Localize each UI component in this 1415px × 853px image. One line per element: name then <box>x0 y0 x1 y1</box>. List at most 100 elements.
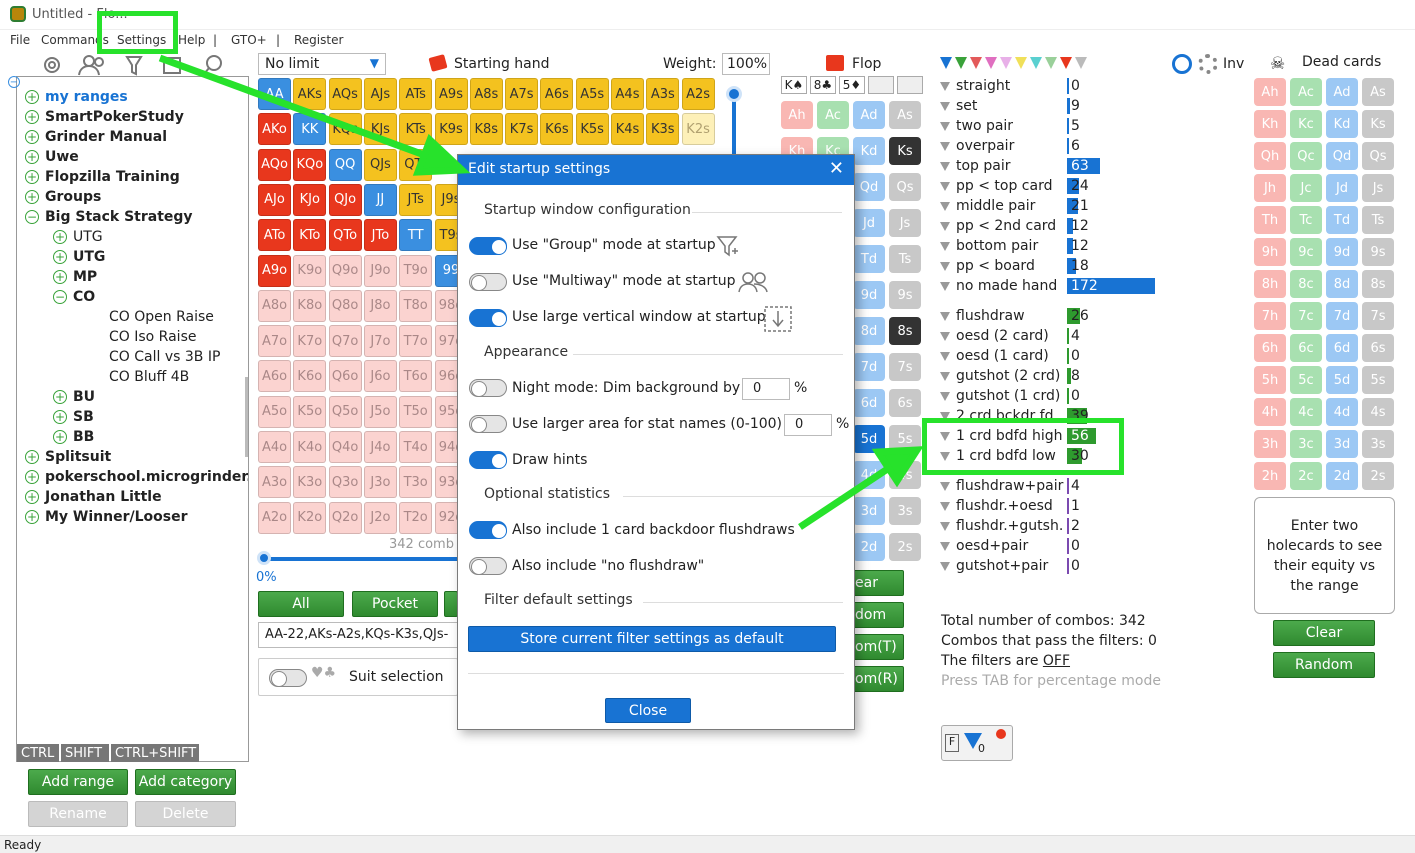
hand-cell[interactable]: KK <box>293 113 327 146</box>
filter-funnel-icon[interactable] <box>970 57 982 69</box>
hand-cell[interactable]: T6o <box>399 360 433 393</box>
stat-row[interactable]: flushdraw+pair <box>940 476 1063 496</box>
filter-funnel-icon[interactable] <box>1015 57 1027 69</box>
hand-cell[interactable]: K2o <box>293 501 327 534</box>
hand-cell[interactable]: K5o <box>293 395 327 428</box>
tree-item[interactable]: + Groups <box>25 187 101 207</box>
hand-cell[interactable]: T3o <box>399 466 433 499</box>
hand-cell[interactable]: Q7o <box>328 325 362 358</box>
tree-item[interactable]: CO Iso Raise <box>109 327 196 347</box>
flop-card[interactable]: 6d <box>853 389 885 417</box>
hand-cell[interactable]: K7o <box>293 325 327 358</box>
stat-row[interactable]: set <box>940 96 977 116</box>
board-card-slot[interactable] <box>868 76 894 94</box>
hand-cell[interactable]: J9o <box>363 254 397 287</box>
flop-card[interactable]: Jd <box>853 209 885 237</box>
stat-row[interactable]: pp < top card <box>940 176 1052 196</box>
dead-card[interactable]: Jd <box>1326 174 1358 202</box>
hand-cell[interactable]: Q6o <box>328 360 362 393</box>
dead-card[interactable]: 7s <box>1362 302 1394 330</box>
stat-filter-icon[interactable] <box>940 561 950 571</box>
expand-icon[interactable]: + <box>53 250 67 264</box>
stat-row[interactable]: flushdr.+gutsh. <box>940 516 1063 536</box>
hand-cell[interactable]: A4s <box>611 78 644 110</box>
dead-card[interactable]: Ah <box>1254 78 1286 106</box>
dead-card[interactable]: 7c <box>1290 302 1322 330</box>
dead-card[interactable]: 3d <box>1326 430 1358 458</box>
stat-row[interactable]: gutshot (2 crd) <box>940 366 1060 386</box>
hand-cell[interactable]: A7o <box>258 325 291 358</box>
tree-item[interactable]: + pokerschool.microgrinder.com <box>25 467 248 487</box>
dead-card[interactable]: 9c <box>1290 238 1322 266</box>
hand-cell[interactable]: AKo <box>258 113 291 146</box>
hand-cell[interactable]: JJ <box>363 183 397 216</box>
hand-cell[interactable]: Q2o <box>328 501 362 534</box>
tree-item[interactable]: + Splitsuit <box>25 447 111 467</box>
dead-card[interactable]: Qs <box>1362 142 1394 170</box>
dead-card[interactable]: 6c <box>1290 334 1322 362</box>
hand-cell[interactable]: K2s <box>681 113 715 146</box>
hand-cell[interactable]: QJo <box>328 183 362 216</box>
tree-item[interactable]: + SB <box>53 407 94 427</box>
hand-cell[interactable]: J4o <box>363 431 397 463</box>
tree-item[interactable]: + MP <box>53 267 97 287</box>
flop-card[interactable]: 4d <box>853 461 885 489</box>
expand-icon[interactable]: + <box>25 130 39 144</box>
filter-icon[interactable] <box>125 56 143 76</box>
store-filter-defaults-button[interactable]: Store current filter settings as default <box>468 626 836 652</box>
game-type-select[interactable]: No limit ▼ <box>258 53 386 75</box>
backdoor-flushdraw-toggle[interactable] <box>469 521 507 539</box>
expand-icon[interactable]: + <box>25 450 39 464</box>
key-shift[interactable]: SHIFT <box>61 744 109 762</box>
tree-item[interactable]: + Grinder Manual <box>25 127 167 147</box>
hand-cell[interactable]: Q3o <box>328 466 362 499</box>
dead-card[interactable]: 9h <box>1254 238 1286 266</box>
dead-card[interactable]: 6d <box>1326 334 1358 362</box>
hand-cell[interactable]: A3s <box>646 78 680 110</box>
night-mode-input[interactable]: 0 <box>742 378 790 400</box>
tree-item[interactable]: − Big Stack Strategy <box>25 207 193 227</box>
flop-card[interactable]: Ts <box>889 245 921 273</box>
board-card-slot[interactable] <box>897 76 923 94</box>
stat-row[interactable]: gutshot+pair <box>940 556 1048 576</box>
collapse-icon[interactable]: − <box>25 210 39 224</box>
hand-cell[interactable]: T9o <box>399 254 433 287</box>
filter-funnel-icon[interactable] <box>1060 57 1072 69</box>
hand-cell[interactable]: T4o <box>399 431 433 463</box>
hand-cell[interactable]: QTo <box>328 219 362 252</box>
hand-cell[interactable]: K6s <box>540 113 574 146</box>
stat-filter-icon[interactable] <box>940 201 950 211</box>
vertical-window-toggle[interactable] <box>469 309 507 327</box>
flop-card[interactable]: 2s <box>889 533 921 561</box>
stat-row[interactable]: bottom pair <box>940 236 1038 256</box>
hand-cell[interactable]: K9o <box>293 254 327 287</box>
filter-funnel-icon[interactable] <box>1030 57 1042 69</box>
add-range-button[interactable]: Add range <box>28 769 128 795</box>
dead-card[interactable]: Kh <box>1254 110 1286 138</box>
expand-icon[interactable]: + <box>25 90 39 104</box>
stat-row[interactable]: top pair <box>940 156 1011 176</box>
gear-icon[interactable] <box>44 57 60 73</box>
expand-icon[interactable]: + <box>25 510 39 524</box>
hand-cell[interactable]: AJs <box>363 78 397 110</box>
hand-cell[interactable]: J6o <box>363 360 397 393</box>
dead-card[interactable]: 5s <box>1362 366 1394 394</box>
dead-card[interactable]: Jc <box>1290 174 1322 202</box>
board-card-slot[interactable]: K♠ <box>781 76 807 94</box>
expand-icon[interactable]: + <box>25 470 39 484</box>
larger-area-input[interactable]: 0 <box>784 414 832 436</box>
flop-card[interactable]: 7s <box>889 353 921 381</box>
hand-cell[interactable]: AJo <box>258 183 291 216</box>
stat-filter-icon[interactable] <box>940 391 950 401</box>
dead-card[interactable]: 9d <box>1326 238 1358 266</box>
expand-icon[interactable]: + <box>25 170 39 184</box>
tree-item[interactable]: − CO <box>53 287 95 307</box>
tree-item[interactable]: + Flopzilla Training <box>25 167 180 187</box>
flop-card[interactable]: 9s <box>889 281 921 309</box>
dead-card[interactable]: 7d <box>1326 302 1358 330</box>
flop-card[interactable]: Qd <box>853 173 885 201</box>
multiway-mode-toggle[interactable] <box>469 273 507 291</box>
weight-input[interactable]: 100% <box>722 53 770 75</box>
hand-cell[interactable]: AKs <box>293 78 327 110</box>
stat-row[interactable]: pp < 2nd card <box>940 216 1056 236</box>
